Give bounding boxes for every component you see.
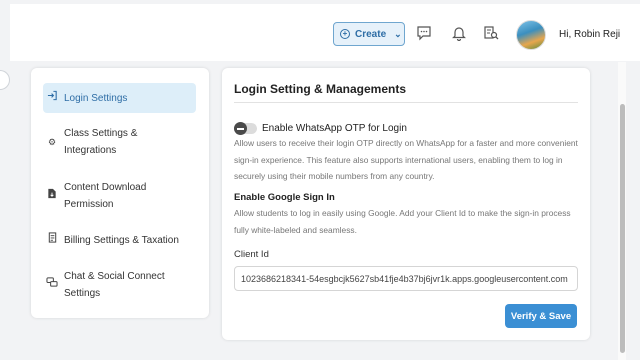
google-signin-description: Allow students to log in easily using Go… (234, 208, 571, 235)
sidebar-item-chat-social[interactable]: Chat & Social Connect Settings (43, 268, 183, 302)
billing-icon (43, 232, 61, 249)
google-signin-title: Enable Google Sign In (234, 192, 335, 203)
chat-icon (43, 276, 61, 294)
sidebar-item-label: Billing Settings & Taxation (64, 235, 179, 246)
plus-icon: + (340, 29, 350, 39)
sidebar-item-label: Login Settings (64, 92, 128, 104)
sidebar-item-billing[interactable]: Billing Settings & Taxation (43, 232, 196, 249)
collapse-handle[interactable] (0, 70, 10, 90)
avatar[interactable] (516, 20, 546, 50)
top-header: + Create ⌄ Hi, Robin Reji (10, 4, 640, 61)
bell-icon[interactable] (451, 25, 467, 41)
whatsapp-otp-description: Allow users to receive their login OTP d… (234, 138, 578, 181)
sidebar-item-label: Chat & Social Connect Settings (64, 271, 165, 299)
settings-sidebar: Login Settings ⚙ Class Settings & Integr… (31, 68, 209, 318)
whatsapp-otp-toggle[interactable] (234, 122, 257, 135)
login-icon (43, 90, 61, 107)
toggle-knob (234, 122, 247, 135)
client-id-label: Client Id (234, 249, 269, 260)
scrollbar-thumb[interactable] (620, 104, 625, 353)
create-label: Create (355, 28, 387, 40)
search-document-icon[interactable] (483, 25, 499, 41)
chat-icon[interactable] (416, 25, 432, 41)
sidebar-item-login-settings[interactable]: Login Settings (43, 83, 196, 113)
divider (234, 102, 578, 103)
download-file-icon (43, 188, 61, 205)
page-title: Login Setting & Managements (234, 82, 407, 96)
sidebar-item-label: Content Download Permission (64, 182, 147, 210)
client-id-input[interactable] (234, 266, 578, 291)
user-greeting: Hi, Robin Reji (559, 29, 621, 40)
gear-icon: ⚙ (47, 136, 57, 147)
verify-save-button[interactable]: Verify & Save (505, 304, 577, 328)
sidebar-item-label: Class Settings & Integrations (64, 128, 138, 156)
sidebar-item-content-download[interactable]: Content Download Permission (43, 179, 163, 213)
sidebar-item-class-settings[interactable]: ⚙ Class Settings & Integrations (43, 125, 173, 159)
login-settings-card: Login Setting & Managements Enable Whats… (222, 68, 590, 340)
chevron-down-icon: ⌄ (394, 28, 402, 39)
whatsapp-otp-label: Enable WhatsApp OTP for Login (262, 123, 407, 134)
create-button[interactable]: + Create ⌄ (333, 22, 405, 46)
